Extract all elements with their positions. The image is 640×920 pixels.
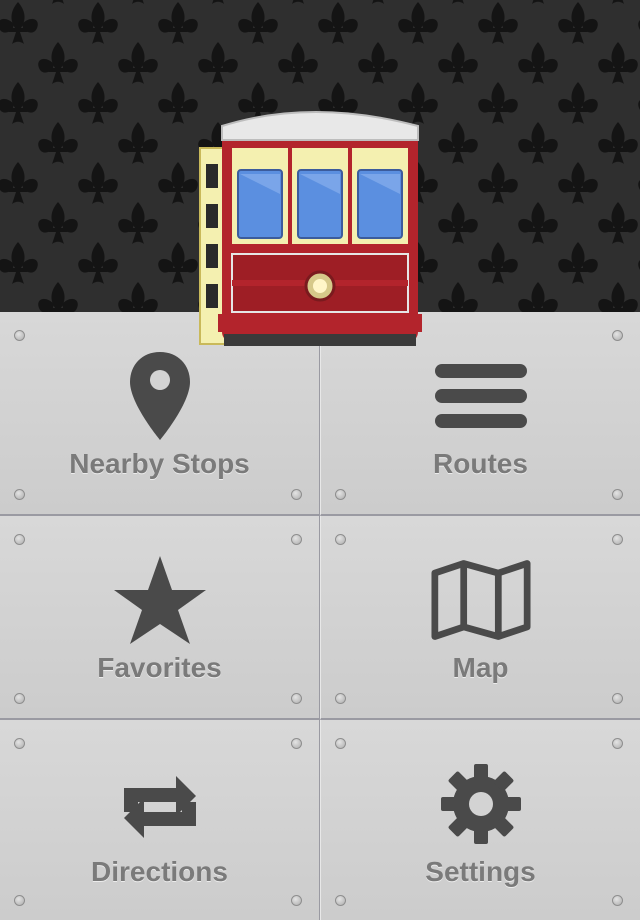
map-pin-icon bbox=[110, 346, 210, 446]
rivet bbox=[14, 895, 25, 906]
nearby-stops-label: Nearby Stops bbox=[69, 448, 250, 479]
rivet bbox=[291, 489, 302, 500]
gear-icon bbox=[431, 754, 531, 854]
map-label: Map bbox=[452, 652, 509, 683]
rivet bbox=[335, 693, 346, 704]
rivet bbox=[612, 738, 623, 749]
list-lines-icon bbox=[431, 346, 531, 446]
rivet bbox=[335, 895, 346, 906]
rivet bbox=[612, 489, 623, 500]
map-button[interactable]: Map bbox=[320, 516, 640, 720]
rivet bbox=[291, 534, 302, 545]
settings-button[interactable]: Settings bbox=[320, 720, 640, 920]
rivet bbox=[14, 693, 25, 704]
favorites-button[interactable]: Favorites bbox=[0, 516, 320, 720]
rivet bbox=[291, 895, 302, 906]
directions-button[interactable]: Directions bbox=[0, 720, 320, 920]
rivet bbox=[291, 693, 302, 704]
rivet bbox=[335, 534, 346, 545]
rivet bbox=[335, 738, 346, 749]
rivet bbox=[14, 330, 25, 341]
streetcar-logo bbox=[199, 111, 422, 346]
rivet bbox=[612, 534, 623, 545]
repeat-arrows-icon bbox=[110, 754, 210, 854]
rivet bbox=[335, 489, 346, 500]
rivet bbox=[14, 738, 25, 749]
settings-label: Settings bbox=[425, 856, 536, 887]
rivet bbox=[291, 738, 302, 749]
rivet bbox=[612, 895, 623, 906]
rivet bbox=[14, 489, 25, 500]
star-icon bbox=[110, 550, 210, 650]
routes-label: Routes bbox=[433, 448, 528, 479]
favorites-label: Favorites bbox=[97, 652, 222, 683]
directions-label: Directions bbox=[91, 856, 228, 887]
rivet bbox=[14, 534, 25, 545]
rivet bbox=[612, 693, 623, 704]
main-menu-grid: Nearby Stops Routes Favorites Map Direct… bbox=[0, 312, 640, 920]
folded-map-icon bbox=[430, 550, 531, 650]
rivet bbox=[612, 330, 623, 341]
